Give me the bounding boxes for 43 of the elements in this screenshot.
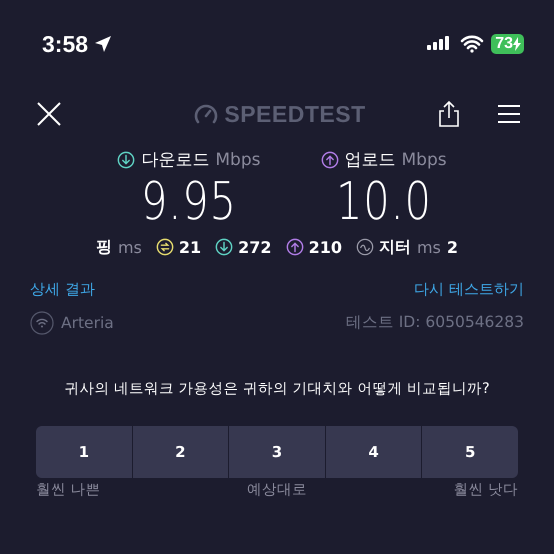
jitter-label: 지터 [378,236,411,258]
rating-option[interactable]: 5 [422,426,518,478]
scale-label: 훨씬 나쁜 [36,480,101,499]
scale-label: 훨씬 낫다 [453,480,518,499]
wifi-icon [30,310,54,335]
result-label: 다운로드 [141,149,210,171]
upload-icon [286,238,304,256]
jitter-value: 2 [446,238,458,257]
ping-value: 210 [308,238,342,257]
wifi-icon [460,35,484,53]
unit-label: Mbps [215,150,260,170]
rating-option[interactable]: 2 [132,426,228,478]
status-time: 3:58 [42,30,88,58]
close-button[interactable] [36,101,62,127]
upload-icon [320,150,338,168]
speed-value: 10.0 [336,173,432,233]
speed-value: 9.95 [141,173,237,233]
gauge-icon [194,103,218,125]
location-arrow-icon [94,35,112,53]
rating-option[interactable]: 1 [36,426,132,478]
share-button[interactable] [438,100,460,128]
arrows-icon [156,238,174,256]
survey-question: 귀사의 네트워크 가용성은 귀하의 기대치와 어떻게 비교됩니까? [63,380,491,398]
unit-label: Mbps [402,150,447,170]
app-logo: SPEEDTEST [224,100,366,128]
details-link[interactable]: 상세 결과 [30,280,95,299]
test-id: 테스트 ID: 6050546283 [346,312,524,334]
unit-label: ms [416,238,441,257]
isp-name: Arteria [61,314,114,332]
menu-button[interactable] [498,104,520,124]
ping-value: 272 [238,238,272,257]
battery-indicator: 73 [491,34,524,54]
rating-option[interactable]: 4 [326,426,422,478]
rating-option[interactable]: 3 [229,426,325,478]
unit-label: ms [118,238,142,257]
ping-label: 핑 [96,236,112,258]
retest-link[interactable]: 다시 테스트하기 [414,280,524,299]
download-icon [215,238,234,256]
download-icon [117,150,136,168]
ping-value: 21 [178,238,202,257]
wave-icon [356,238,374,256]
scale-label: 예상대로 [247,480,307,499]
result-label: 업로드 [344,149,396,171]
